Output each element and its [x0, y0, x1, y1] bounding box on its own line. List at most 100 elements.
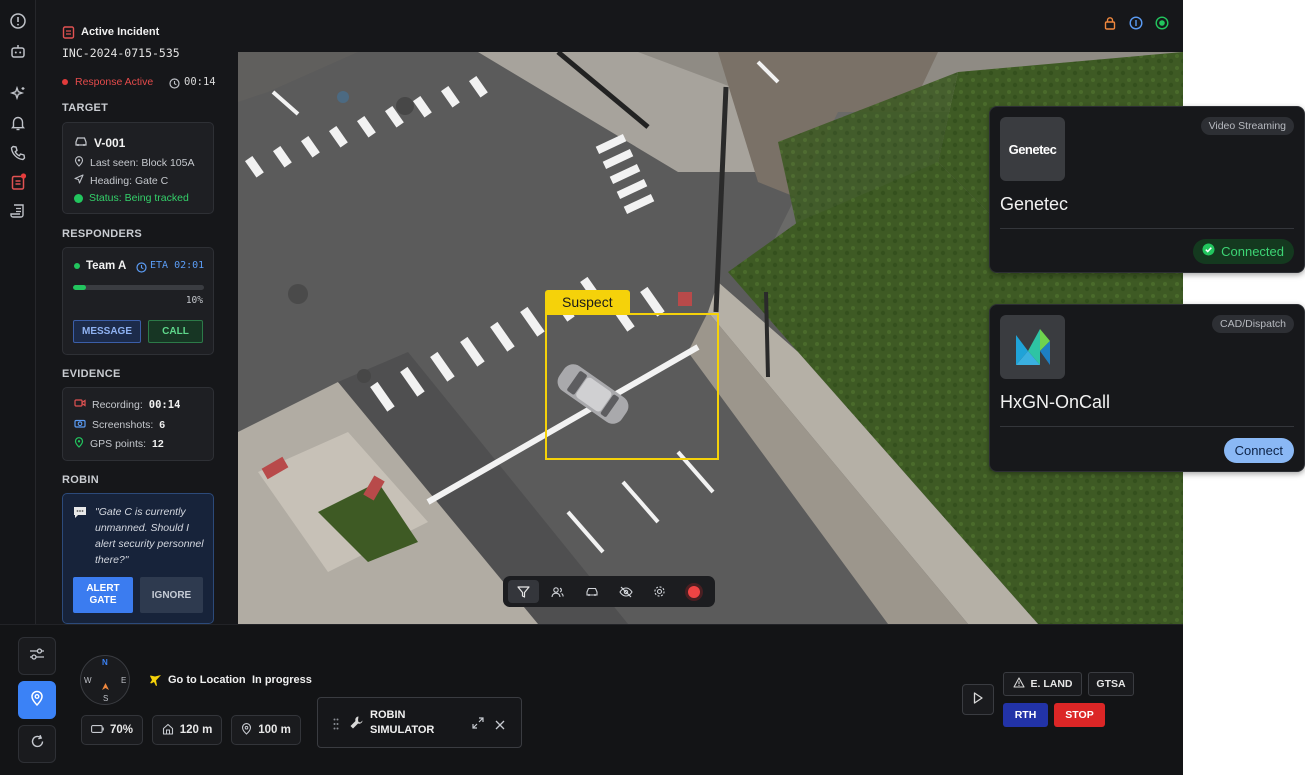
people-icon[interactable] [542, 580, 573, 603]
screenshots-label: Screenshots: [92, 418, 154, 431]
home-icon [162, 723, 174, 738]
responders-section-title: RESPONDERS [62, 228, 143, 240]
drag-handle-icon[interactable] [333, 717, 339, 735]
integration-name: HxGN-OnCall [1000, 392, 1111, 412]
robin-section-title: ROBIN [62, 474, 99, 486]
sliders-icon [29, 647, 45, 666]
navigation-arrow-icon [74, 174, 84, 187]
gps-value: 12 [152, 438, 164, 450]
play-button[interactable] [962, 684, 994, 715]
tracking-dot-icon [74, 193, 83, 203]
simulator-label: ROBIN SIMULATOR [370, 709, 435, 736]
suspect-detection-box[interactable] [545, 313, 719, 460]
map-pin-icon [74, 156, 84, 170]
battery-value: 70% [109, 724, 134, 736]
genetec-logo-text: Genetec [1008, 141, 1057, 157]
emergency-land-label: E. LAND [1030, 678, 1073, 690]
alert-gate-button[interactable]: ALERT GATE [73, 577, 133, 613]
incident-clipboard-icon[interactable] [9, 173, 27, 191]
vehicle-icon[interactable] [576, 580, 607, 603]
integration-tag: Video Streaming [1200, 117, 1294, 135]
status-dot [62, 79, 68, 85]
mission-settings-button[interactable] [18, 637, 56, 675]
compass-west: W [84, 676, 92, 685]
signal-icon[interactable] [1155, 16, 1169, 35]
sparkles-icon[interactable] [9, 85, 27, 103]
target-section-title: TARGET [62, 102, 109, 114]
active-incident-label: Active Incident [81, 26, 160, 38]
distance-indicator: 100 m [231, 715, 301, 745]
integration-tag: CAD/Dispatch [1212, 315, 1294, 333]
car-icon [74, 135, 88, 150]
genetec-logo: Genetec [1000, 117, 1065, 181]
robot-icon[interactable] [9, 42, 27, 60]
return-to-home-button[interactable]: RTH [1003, 703, 1048, 727]
connected-status-badge: Connected [1193, 239, 1294, 264]
lock-icon[interactable] [1103, 16, 1117, 35]
mission-action: Go to Location [168, 674, 246, 686]
expand-icon[interactable] [472, 716, 484, 734]
evidence-section-title: EVIDENCE [62, 368, 121, 380]
hxgn-logo [1000, 315, 1065, 379]
info-icon[interactable] [1129, 16, 1143, 35]
eye-off-icon[interactable] [610, 580, 641, 603]
battery-indicator: 70% [81, 715, 143, 745]
target-status: Status: Being tracked [89, 192, 189, 204]
filter-icon[interactable] [508, 580, 539, 603]
gtsa-label: GTSA [1096, 678, 1126, 690]
check-circle-icon [1202, 243, 1215, 261]
ignore-button[interactable]: IGNORE [140, 577, 203, 613]
robin-message: "Gate C is currently unmanned. Should I … [95, 506, 204, 566]
robin-simulator-panel[interactable]: ROBIN SIMULATOR [317, 697, 522, 748]
stop-button[interactable]: STOP [1054, 703, 1105, 727]
altitude-indicator: 120 m [152, 715, 222, 745]
eta-clock-icon [136, 260, 147, 278]
eta-progress-label: 10% [185, 295, 203, 306]
connected-status-label: Connected [1221, 244, 1284, 259]
record-icon[interactable] [678, 580, 709, 603]
eta-progress-fill [73, 285, 87, 290]
target-card[interactable]: V-001 Last seen: Block 105A Heading: Gat… [62, 122, 214, 214]
location-pin-icon [30, 690, 44, 711]
connect-button[interactable]: Connect [1223, 438, 1294, 463]
incident-timer: 00:14 [184, 76, 216, 88]
stop-label: STOP [1065, 709, 1094, 721]
evidence-card: Recording: 00:14 Screenshots: 6 GPS poin… [62, 387, 214, 461]
integration-card-genetec: Video Streaming Genetec Genetec Connecte… [989, 106, 1305, 273]
integration-card-hxgn: CAD/Dispatch HxGN-OnCall Connect [989, 304, 1305, 472]
plane-icon [149, 674, 162, 692]
altitude-value: 120 m [179, 724, 213, 736]
mission-control-bar [0, 624, 1183, 775]
warning-triangle-icon [1012, 677, 1025, 691]
gps-pin-icon [74, 437, 84, 451]
recording-value: 00:14 [148, 398, 181, 411]
refresh-button[interactable] [18, 725, 56, 763]
target-last-seen: Last seen: Block 105A [90, 157, 195, 169]
clipboard-icon [62, 25, 75, 44]
compass-north: N [102, 658, 108, 667]
team-eta: ETA 02:01 [150, 260, 205, 271]
settings-gear-icon[interactable] [644, 580, 675, 603]
integration-name: Genetec [1000, 194, 1069, 214]
go-to-location-mode-button[interactable] [18, 681, 56, 719]
message-button[interactable]: MESSAGE [73, 320, 141, 343]
camera-icon [74, 418, 86, 431]
wrench-icon [349, 715, 364, 735]
log-scroll-icon[interactable] [9, 202, 27, 220]
phone-icon[interactable] [9, 144, 27, 162]
gps-label: GPS points: [90, 438, 147, 450]
video-camera-icon [74, 398, 86, 411]
screenshots-value: 6 [159, 418, 166, 431]
alert-circle-icon[interactable] [9, 12, 27, 30]
nav-rail [0, 0, 36, 632]
responder-card[interactable]: Team A ETA 02:01 10% MESSAGE CALL [62, 247, 214, 355]
bell-icon[interactable] [9, 114, 27, 132]
suspect-detection-label: Suspect [545, 290, 630, 314]
gtsa-button[interactable]: GTSA [1088, 672, 1134, 696]
close-icon[interactable] [495, 717, 505, 735]
robin-suggestion-card: "Gate C is currently unmanned. Should I … [62, 493, 214, 624]
call-button[interactable]: CALL [148, 320, 203, 343]
emergency-land-button[interactable]: E. LAND [1003, 672, 1082, 696]
response-status: Response Active [75, 76, 154, 88]
play-icon [973, 691, 983, 709]
